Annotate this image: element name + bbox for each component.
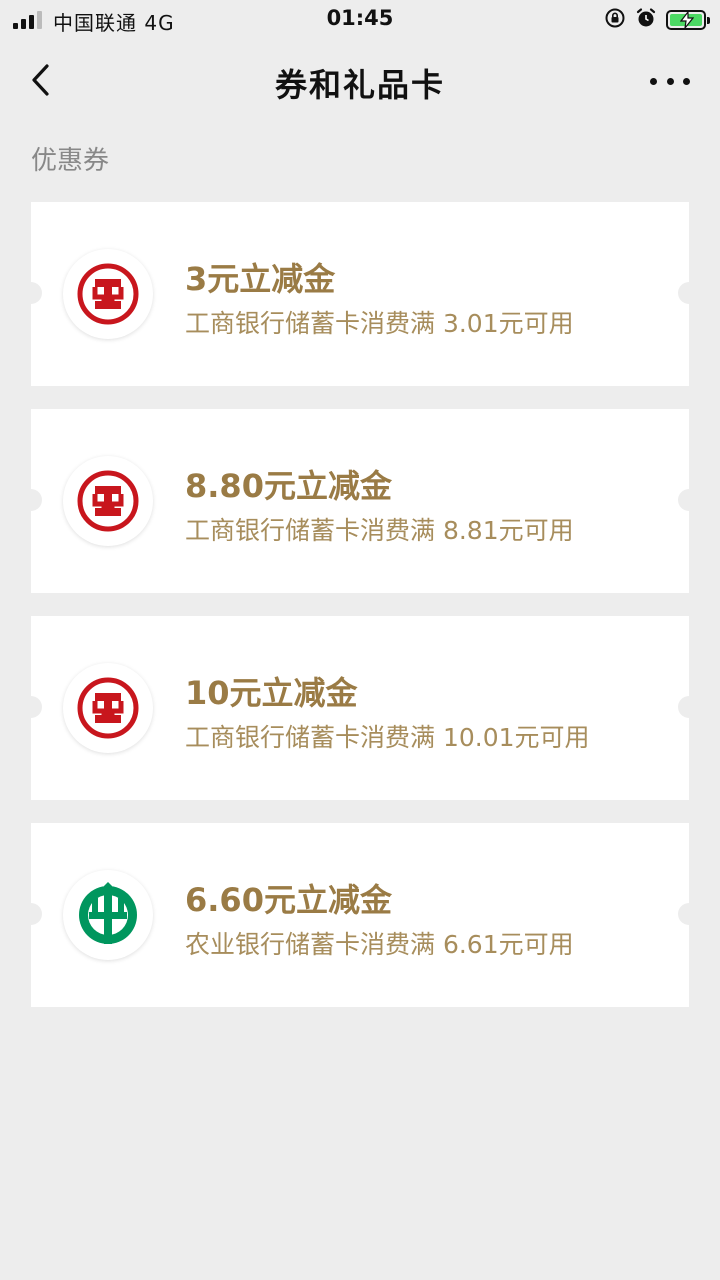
coupon-description: 工商银行储蓄卡消费满 3.01元可用	[185, 309, 574, 338]
alarm-icon	[635, 7, 657, 33]
status-icons	[604, 7, 710, 33]
coupon-card[interactable]: 6.60元立减金 农业银行储蓄卡消费满 6.61元可用	[20, 823, 700, 1007]
coupon-description: 农业银行储蓄卡消费满 6.61元可用	[185, 930, 574, 959]
status-bar: 中国联通 4G 01:45	[0, 0, 720, 40]
battery-charging-icon	[666, 10, 710, 30]
ticket-notch	[20, 489, 42, 511]
ticket-notch	[20, 282, 42, 304]
coupon-card[interactable]: 10元立减金 工商银行储蓄卡消费满 10.01元可用	[20, 616, 700, 800]
coupon-description: 工商银行储蓄卡消费满 10.01元可用	[185, 723, 590, 752]
orientation-lock-icon	[604, 7, 626, 33]
icbc-logo-icon	[63, 663, 153, 753]
more-button[interactable]	[650, 66, 690, 96]
abc-logo-icon	[63, 870, 153, 960]
nav-bar: 券和礼品卡	[0, 40, 720, 124]
coupon-description: 工商银行储蓄卡消费满 8.81元可用	[185, 516, 574, 545]
coupon-card[interactable]: 3元立减金 工商银行储蓄卡消费满 3.01元可用	[20, 202, 700, 386]
coupon-title: 10元立减金	[185, 674, 358, 712]
page-title: 券和礼品卡	[274, 66, 445, 104]
coupon-title: 8.80元立减金	[185, 467, 392, 505]
icbc-logo-icon	[63, 249, 153, 339]
coupon-list: 3元立减金 工商银行储蓄卡消费满 3.01元可用 8.80元立减金 工商银行储蓄…	[20, 202, 700, 1030]
ticket-notch	[20, 903, 42, 925]
coupon-title: 3元立减金	[185, 260, 336, 298]
coupon-title: 6.60元立减金	[185, 881, 392, 919]
section-label-coupons: 优惠券	[31, 146, 110, 176]
ticket-notch	[678, 489, 700, 511]
ticket-notch	[678, 903, 700, 925]
more-dots-icon	[650, 77, 657, 85]
ticket-notch	[20, 696, 42, 718]
icbc-logo-icon	[63, 456, 153, 546]
ticket-notch	[678, 282, 700, 304]
coupon-card[interactable]: 8.80元立减金 工商银行储蓄卡消费满 8.81元可用	[20, 409, 700, 593]
ticket-notch	[678, 696, 700, 718]
